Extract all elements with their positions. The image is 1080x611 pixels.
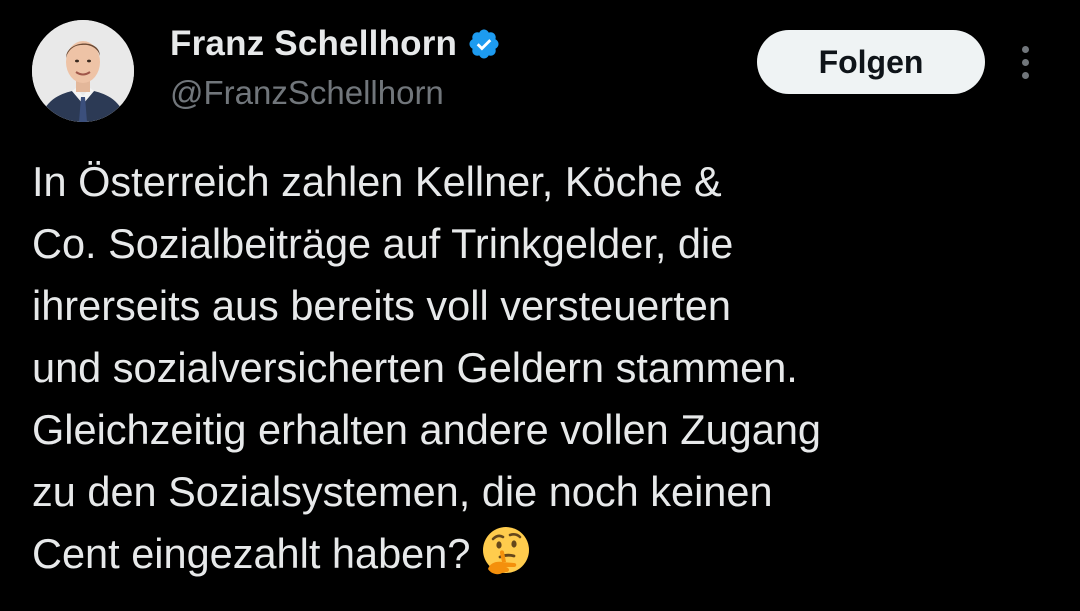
tweet-line: ihrerseits aus bereits voll versteuerten (32, 282, 731, 329)
tweet-line: Co. Sozialbeiträge auf Trinkgelder, die (32, 220, 734, 267)
tweet-text: In Österreich zahlen Kellner, Köche & Co… (32, 151, 1042, 585)
more-dot (1021, 45, 1029, 53)
thinking-face-emoji-icon (480, 525, 532, 577)
author-handle[interactable]: @FranzSchellhorn (170, 74, 444, 112)
tweet-line: Gleichzeitig erhalten andere vollen Zuga… (32, 406, 822, 453)
tweet-line: zu den Sozialsystemen, die noch keinen (32, 468, 773, 515)
tweet-line-last: Cent eingezahlt haben? (32, 523, 1042, 585)
tweet: Franz Schellhorn @FranzSchellhorn Folgen… (0, 0, 1080, 611)
verified-badge-icon (467, 27, 501, 61)
more-dot (1021, 58, 1029, 66)
author-name-row: Franz Schellhorn (170, 24, 501, 64)
more-options-icon[interactable] (1010, 40, 1040, 84)
avatar-photo-icon (32, 20, 134, 122)
tweet-line: und sozialversicherten Geldern stammen. (32, 344, 798, 391)
follow-button[interactable]: Folgen (757, 30, 985, 94)
author-display-name[interactable]: Franz Schellhorn (170, 24, 457, 64)
tweet-line-text: Cent eingezahlt haben? (32, 530, 471, 577)
tweet-line: In Österreich zahlen Kellner, Köche & (32, 158, 722, 205)
author-avatar[interactable] (32, 20, 134, 122)
more-dot (1021, 71, 1029, 79)
